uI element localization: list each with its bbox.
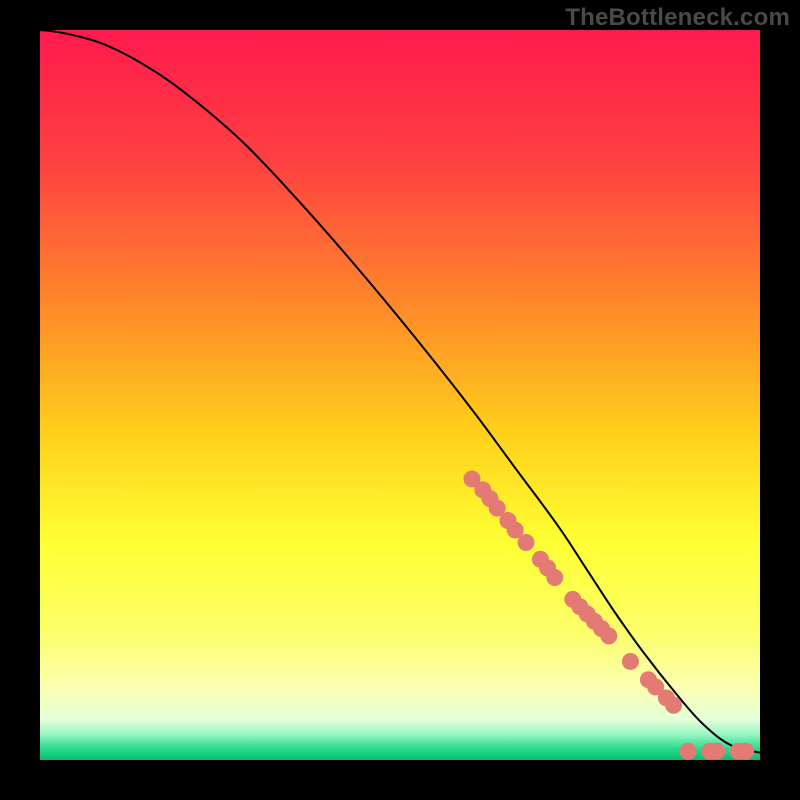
plot-area (40, 30, 760, 760)
data-marker (546, 569, 563, 586)
gradient-background (40, 30, 760, 760)
data-marker (518, 534, 535, 551)
data-marker (708, 743, 725, 760)
data-marker (680, 743, 697, 760)
data-marker (600, 627, 617, 644)
chart-svg (40, 30, 760, 760)
data-marker (737, 743, 754, 760)
data-marker (665, 697, 682, 714)
data-marker (622, 653, 639, 670)
watermark-text: TheBottleneck.com (565, 4, 790, 32)
chart-frame: TheBottleneck.com (0, 0, 800, 800)
